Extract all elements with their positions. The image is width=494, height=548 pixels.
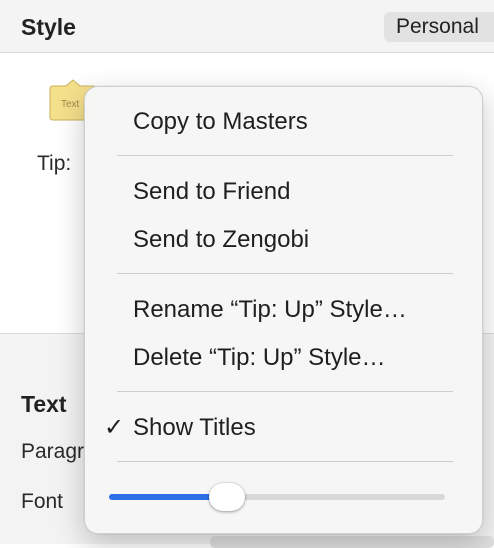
- show-titles-label: Show Titles: [133, 414, 256, 441]
- checkmark-icon: ✓: [104, 414, 125, 441]
- font-popup-button[interactable]: [210, 536, 494, 548]
- copy-to-masters-item[interactable]: Copy to Masters: [85, 102, 484, 142]
- thumbnail-text: Text: [61, 99, 80, 110]
- personal-styles-tab[interactable]: Personal: [384, 12, 494, 42]
- menu-separator: [117, 155, 453, 156]
- copy-to-masters-label: Copy to Masters: [133, 108, 308, 135]
- menu-separator: [117, 461, 453, 462]
- paragraph-label: Paragr: [21, 440, 85, 463]
- show-titles-item[interactable]: ✓ Show Titles: [85, 408, 484, 448]
- menu-separator: [117, 273, 453, 274]
- menu-separator: [117, 391, 453, 392]
- style-header: Style Personal: [0, 0, 494, 53]
- style-section-title: Style: [21, 14, 76, 40]
- style-title-label: Tip:: [37, 152, 72, 175]
- send-to-friend-label: Send to Friend: [133, 178, 291, 205]
- delete-style-label: Delete “Tip: Up” Style…: [133, 344, 386, 371]
- rename-style-label: Rename “Tip: Up” Style…: [133, 296, 407, 323]
- send-to-zengobi-label: Send to Zengobi: [133, 226, 310, 253]
- text-section-title: Text: [21, 391, 67, 417]
- slider-thumb[interactable]: [208, 483, 245, 511]
- send-to-friend-item[interactable]: Send to Friend: [85, 172, 484, 212]
- rename-style-item[interactable]: Rename “Tip: Up” Style…: [85, 290, 484, 330]
- style-context-menu: Copy to Masters Send to Friend Send to Z…: [84, 86, 483, 534]
- thumbnail-size-slider[interactable]: [109, 483, 445, 511]
- delete-style-item[interactable]: Delete “Tip: Up” Style…: [85, 338, 484, 378]
- send-to-zengobi-item[interactable]: Send to Zengobi: [85, 220, 484, 260]
- font-label: Font: [21, 490, 64, 513]
